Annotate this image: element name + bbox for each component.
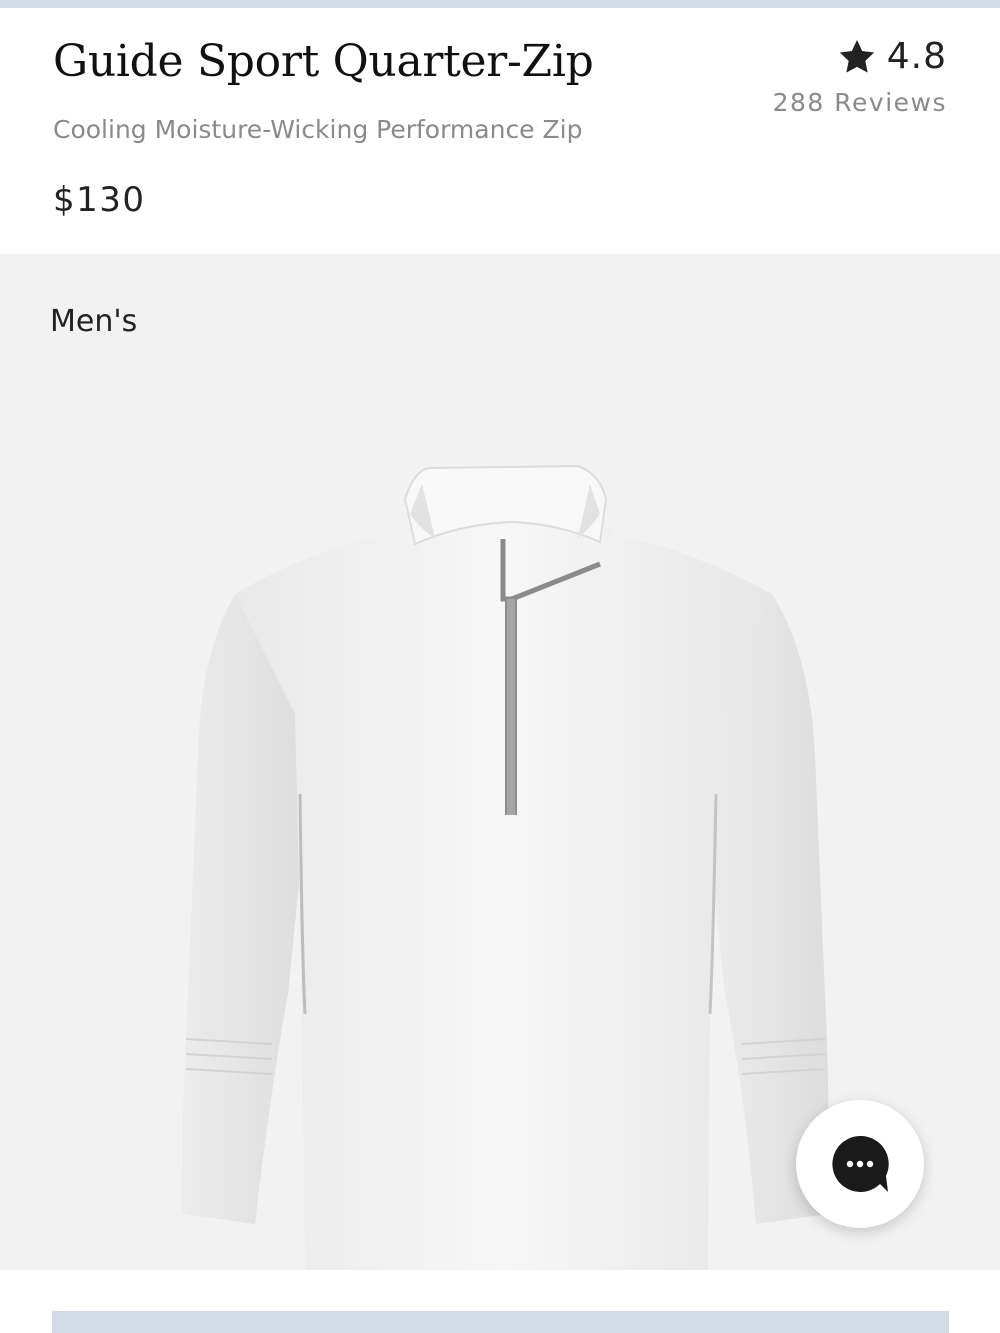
chat-button[interactable] [796,1100,924,1228]
rating-value: 4.8 [886,36,947,77]
chat-bubble-icon [832,1135,889,1192]
bottom-placeholder-bar [52,1311,949,1333]
gender-label: Men's [50,304,138,339]
rating-summary[interactable]: 4.8 [837,36,947,77]
product-title: Guide Sport Quarter-Zip [53,36,594,87]
product-subtitle: Cooling Moisture-Wicking Performance Zip [53,115,583,144]
star-icon [839,39,874,73]
top-divider-strip [0,0,1000,8]
white-quarter-zip-shirt-image [182,464,829,1270]
product-header: Guide Sport Quarter-Zip Cooling Moisture… [0,8,1000,254]
product-image-gallery[interactable]: Men's [0,254,1000,1270]
product-price: $130 [53,180,146,220]
reviews-link[interactable]: 288 Reviews [773,88,947,117]
